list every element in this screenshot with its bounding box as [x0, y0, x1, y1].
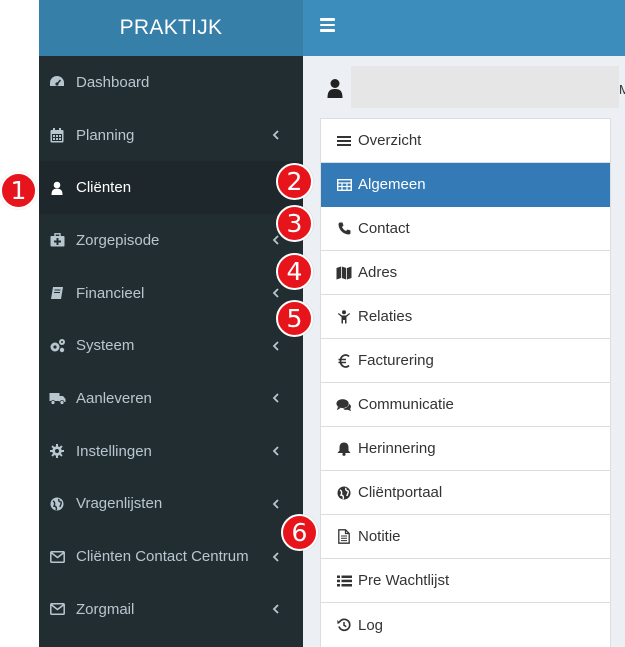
- sidebar-item-vragenlijsten[interactable]: Vragenlijsten: [39, 478, 303, 531]
- sidebar-menu: Dashboard Planning Cliënten Zorgepisode: [39, 56, 303, 636]
- cogs-icon: [48, 337, 66, 355]
- tab-label: Algemeen: [358, 176, 426, 193]
- chevron-left-icon: [272, 551, 279, 562]
- client-name-redacted: [351, 66, 619, 108]
- sidebar-item-label: Zorgmail: [76, 600, 135, 618]
- sidebar-item-aanleveren[interactable]: Aanleveren: [39, 372, 303, 425]
- sidebar-item-systeem[interactable]: Systeem: [39, 319, 303, 372]
- chevron-left-icon: [272, 130, 279, 140]
- sidebar: PRAKTIJK Dashboard Planning Cliënten Zor…: [39, 0, 303, 647]
- tab-overzicht[interactable]: Overzicht: [321, 119, 610, 163]
- user-icon: [327, 79, 343, 98]
- tab-algemeen[interactable]: Algemeen: [321, 163, 610, 207]
- sidebar-item-label: Planning: [76, 126, 135, 144]
- gear-icon: [48, 442, 66, 460]
- medkit-icon: [48, 231, 66, 249]
- table-icon: [336, 177, 352, 193]
- globe-icon: [48, 495, 66, 513]
- tab-label: Contact: [358, 220, 410, 237]
- tab-label: Log: [358, 616, 384, 634]
- tab-label: Cliëntportaal: [358, 484, 443, 501]
- app-logo[interactable]: PRAKTIJK: [39, 0, 303, 56]
- tab-adres[interactable]: Adres: [321, 251, 610, 295]
- main-content: M Overzicht Algemeen Contact Adres Relat…: [303, 56, 625, 647]
- annotation-badge-1: 1: [0, 172, 37, 209]
- child-icon: [336, 309, 352, 325]
- euro-icon: [336, 353, 352, 369]
- tab-contact[interactable]: Contact: [321, 207, 610, 251]
- tab-label: Notitie: [358, 528, 401, 545]
- sidebar-item-label: Systeem: [76, 337, 135, 355]
- chevron-left-icon: [272, 499, 279, 509]
- sidebar-item-label: Aanleveren: [76, 389, 152, 407]
- tab-facturering[interactable]: Facturering: [321, 339, 610, 383]
- sidebar-item-zorgmail[interactable]: Zorgmail: [39, 583, 303, 636]
- tab-communicatie[interactable]: Communicatie: [321, 383, 610, 427]
- sidebar-item-label: Instellingen: [76, 442, 152, 460]
- list-icon: [336, 133, 352, 149]
- sidebar-item-clienten[interactable]: Cliënten: [39, 161, 303, 215]
- tab-relaties[interactable]: Relaties: [321, 295, 610, 339]
- comments-icon: [336, 397, 352, 413]
- map-icon: [336, 265, 352, 281]
- annotation-badge-5: 5: [276, 300, 313, 337]
- tab-label: Overzicht: [358, 132, 422, 149]
- sidebar-item-label: Financieel: [76, 284, 145, 302]
- tab-clientportaal[interactable]: Cliëntportaal: [321, 471, 610, 515]
- sidebar-item-clienten-contact-centrum[interactable]: Cliënten Contact Centrum: [39, 530, 303, 583]
- tab-log[interactable]: Log: [321, 603, 610, 647]
- tab-label: Facturering: [358, 352, 434, 369]
- bell-icon: [336, 441, 352, 457]
- client-tab-list: Overzicht Algemeen Contact Adres Relatie…: [320, 118, 611, 647]
- annotation-badge-6: 6: [281, 514, 318, 551]
- tab-label: Herinnering: [358, 440, 436, 457]
- chevron-left-icon: [272, 393, 279, 404]
- sidebar-item-planning[interactable]: Planning: [39, 109, 303, 162]
- chevron-left-icon: [272, 235, 279, 246]
- sidebar-item-label: Zorgepisode: [76, 231, 160, 249]
- tab-herinnering[interactable]: Herinnering: [321, 427, 610, 471]
- chevron-left-icon: [272, 446, 279, 456]
- history-icon: [336, 617, 352, 633]
- truck-icon: [48, 389, 66, 407]
- brand-title: PRAKTIJK: [119, 16, 223, 39]
- tab-notitie[interactable]: Notitie: [321, 515, 610, 559]
- top-navbar: [303, 0, 625, 56]
- list-ul-icon: [336, 573, 352, 589]
- globe-icon: [336, 485, 352, 501]
- sidebar-item-financieel[interactable]: Financieel: [39, 267, 303, 320]
- chevron-left-icon: [272, 288, 279, 298]
- tab-label: Adres: [358, 264, 398, 281]
- sidebar-item-zorgepisode[interactable]: Zorgepisode: [39, 214, 303, 267]
- sidebar-item-label: Dashboard: [76, 73, 150, 91]
- sidebar-toggle-icon[interactable]: [320, 18, 335, 32]
- envelope-icon: [48, 548, 66, 566]
- sidebar-item-label: Cliënten: [76, 179, 132, 197]
- book-icon: [48, 284, 66, 302]
- file-text-icon: [336, 529, 352, 545]
- tab-label: Communicatie: [358, 396, 454, 413]
- annotation-badge-4: 4: [276, 253, 313, 290]
- annotation-badge-3: 3: [276, 205, 313, 242]
- tab-label: Relaties: [358, 308, 413, 325]
- chevron-left-icon: [272, 604, 279, 614]
- chevron-left-icon: [272, 341, 279, 351]
- sidebar-item-label: Cliënten Contact Centrum: [76, 548, 249, 566]
- client-header: M: [303, 56, 625, 118]
- client-name-trailing: M: [619, 82, 625, 97]
- phone-icon: [336, 221, 352, 237]
- sidebar-item-dashboard[interactable]: Dashboard: [39, 56, 303, 109]
- annotation-badge-2: 2: [276, 163, 313, 200]
- dashboard-icon: [48, 73, 66, 91]
- envelope-icon: [48, 600, 66, 618]
- sidebar-item-label: Vragenlijsten: [76, 495, 163, 513]
- sidebar-item-instellingen[interactable]: Instellingen: [39, 425, 303, 478]
- tab-label: Pre Wachtlijst: [358, 572, 450, 589]
- user-icon: [48, 179, 66, 197]
- tab-pre-wachtlijst[interactable]: Pre Wachtlijst: [321, 559, 610, 603]
- calendar-icon: [48, 126, 66, 144]
